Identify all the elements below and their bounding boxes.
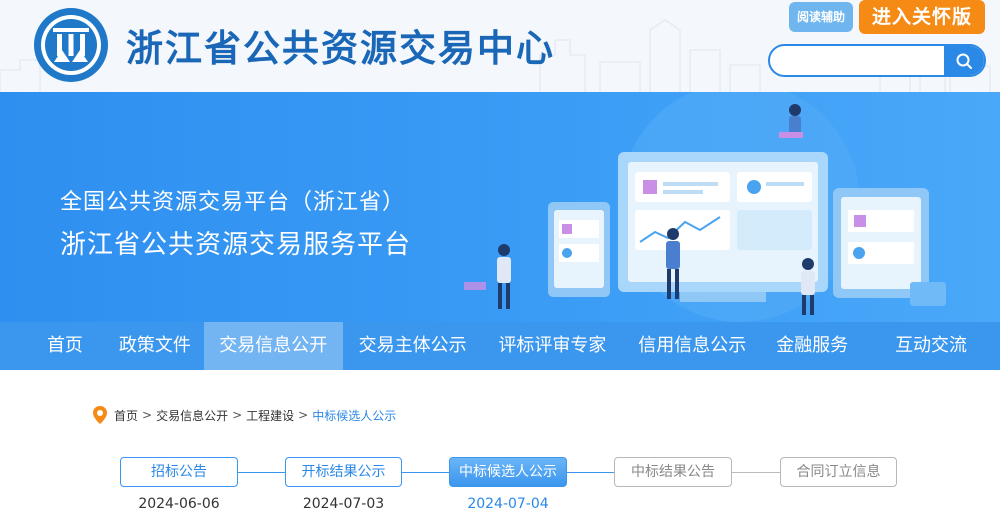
step-connector xyxy=(732,472,780,473)
search-icon xyxy=(956,53,972,69)
breadcrumb: 首页 > 交易信息公开 > 工程建设 > 中标候选人公示 xyxy=(93,406,396,424)
step-connector xyxy=(567,472,614,473)
search-input[interactable] xyxy=(782,46,942,75)
site-title: 浙江省公共资源交易中心 xyxy=(126,27,555,70)
step-contract-info[interactable]: 合同订立信息 xyxy=(780,457,897,487)
breadcrumb-separator: > xyxy=(232,408,243,422)
step-connector xyxy=(238,472,285,473)
step-date: 2024-07-04 xyxy=(467,496,549,512)
breadcrumb-current: 中标候选人公示 xyxy=(312,408,397,423)
step-date: 2024-07-03 xyxy=(302,496,385,512)
step-winning-result[interactable]: 中标结果公告 xyxy=(614,457,732,487)
nav-item-credit[interactable]: 信用信息公示 xyxy=(622,322,762,370)
nav-item-experts[interactable]: 评标评审专家 xyxy=(483,322,623,370)
breadcrumb-engineering[interactable]: 工程建设 xyxy=(246,407,294,424)
nav-item-finance[interactable]: 金融服务 xyxy=(762,322,862,370)
breadcrumb-home[interactable]: 首页 xyxy=(114,407,138,424)
banner-title: 浙江省公共资源交易服务平台 xyxy=(60,230,412,260)
step-date: 2024-06-06 xyxy=(138,496,220,512)
reading-assist-button[interactable]: 阅读辅助 xyxy=(789,2,853,32)
nav-item-trade-info[interactable]: 交易信息公开 xyxy=(203,322,343,370)
search-button[interactable] xyxy=(944,46,984,75)
nav-item-home[interactable]: 首页 xyxy=(0,322,130,370)
location-pin-icon xyxy=(93,406,107,424)
breadcrumb-trade-info[interactable]: 交易信息公开 xyxy=(156,407,228,424)
search-box xyxy=(768,44,986,77)
step-winning-candidates[interactable]: 中标候选人公示 xyxy=(449,457,567,487)
banner-subtitle: 全国公共资源交易平台（浙江省） xyxy=(60,190,406,215)
process-steps: 招标公告 开标结果公示 中标候选人公示 中标结果公告 合同订立信息 2024-0… xyxy=(0,456,1000,526)
site-logo[interactable] xyxy=(32,6,110,84)
care-mode-button[interactable]: 进入关怀版 xyxy=(859,0,985,34)
platform-illustration xyxy=(464,92,946,322)
nav-item-interaction[interactable]: 互动交流 xyxy=(862,322,1000,370)
breadcrumb-separator: > xyxy=(298,408,309,422)
main-nav: 首页 政策文件 交易信息公开 交易主体公示 评标评审专家 信用信息公示 金融服务… xyxy=(0,322,1000,370)
step-connector xyxy=(402,472,449,473)
nav-item-policy[interactable]: 政策文件 xyxy=(118,322,192,370)
site-header: 浙江省公共资源交易中心 阅读辅助 进入关怀版 xyxy=(0,0,1000,92)
step-bid-opening-result[interactable]: 开标结果公示 xyxy=(285,457,402,487)
hero-banner: 全国公共资源交易平台（浙江省） 浙江省公共资源交易服务平台 xyxy=(0,92,1000,322)
step-bid-announcement[interactable]: 招标公告 xyxy=(120,457,238,487)
nav-item-entity-notice[interactable]: 交易主体公示 xyxy=(343,322,483,370)
page: 浙江省公共资源交易中心 阅读辅助 进入关怀版 全国公共资源交易平台（浙江省） 浙… xyxy=(0,0,1000,526)
breadcrumb-separator: > xyxy=(142,408,153,422)
